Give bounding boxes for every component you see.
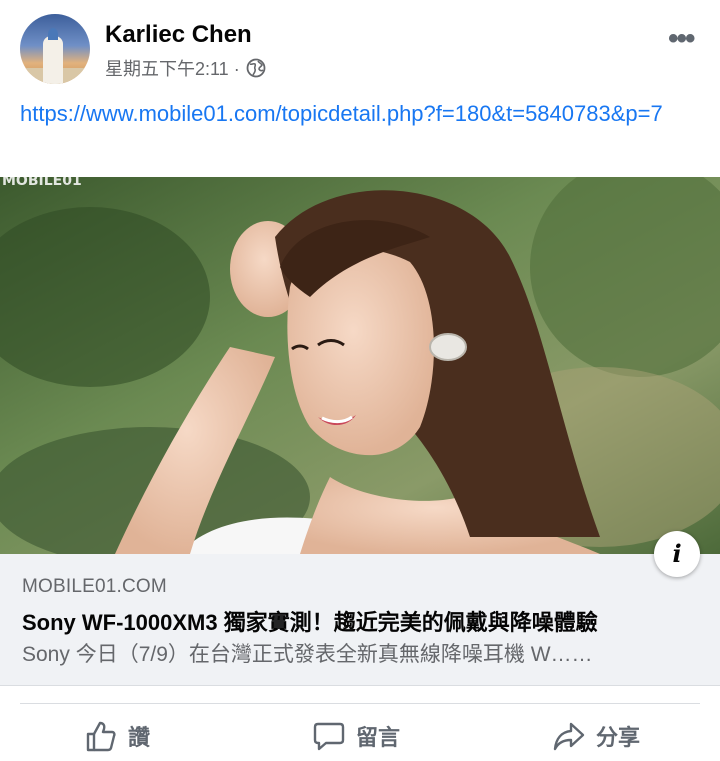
preview-domain: MOBILE01.COM (22, 576, 167, 597)
info-icon[interactable]: i (654, 531, 700, 577)
globe-icon (246, 58, 266, 78)
thumbs-up-icon (86, 721, 116, 752)
avatar[interactable] (20, 14, 90, 84)
preview-description: Sony 今日（7/9）在台灣正式發表全新真無線降噪耳機 W…… (22, 643, 593, 666)
post-header: Karliec Chen 星期五下午2:11 · ••• (0, 0, 720, 90)
comment-bubble-icon (313, 722, 345, 751)
like-label: 讚 (128, 725, 151, 750)
post-link[interactable]: https://www.mobile01.com/topicdetail.php… (20, 98, 700, 129)
link-preview-image[interactable]: MOBILE01 (0, 177, 720, 554)
preview-title[interactable]: Sony WF-1000XM3 獨家實測！趨近完美的佩戴與降噪體驗 (22, 605, 702, 637)
author-name[interactable]: Karliec Chen (105, 21, 252, 49)
post-action-bar: 讚 留言 分享 (0, 712, 720, 761)
share-arrow-icon (553, 722, 585, 751)
comment-button[interactable]: 留言 (312, 718, 400, 754)
link-preview-card[interactable]: MOBILE01.COM Sony WF-1000XM3 獨家實測！趨近完美的佩… (0, 554, 720, 686)
like-button[interactable]: 讚 (84, 718, 150, 754)
action-divider (20, 703, 700, 704)
post-timestamp[interactable]: 星期五下午2:11 · (105, 55, 240, 81)
share-button[interactable]: 分享 (552, 718, 640, 754)
post-meta: 星期五下午2:11 · (105, 55, 266, 81)
share-label: 分享 (596, 725, 641, 750)
photo-watermark: MOBILE01 (2, 177, 82, 189)
comment-label: 留言 (356, 725, 401, 750)
more-options-icon[interactable]: ••• (668, 22, 695, 56)
